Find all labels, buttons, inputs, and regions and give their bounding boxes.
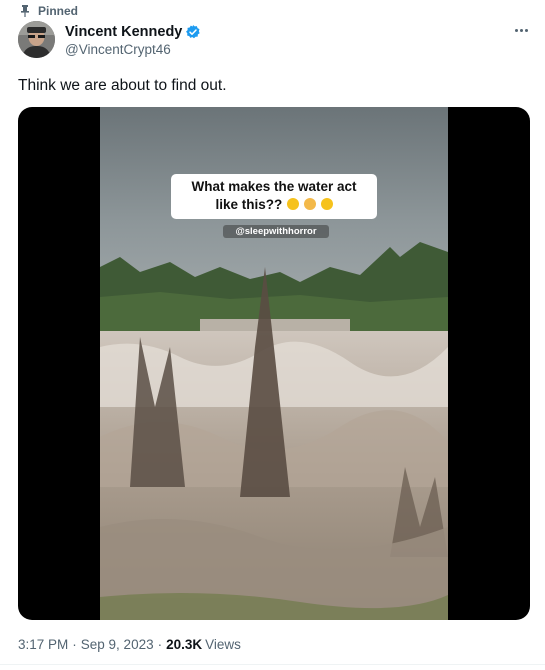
separator: ·: [157, 637, 163, 652]
screaming-emoji-icon: [303, 198, 316, 210]
divider: [0, 664, 545, 665]
tweet-text: Think we are about to find out.: [18, 77, 227, 94]
grinning-squinting-emoji-icon: [287, 198, 299, 210]
author-display-name[interactable]: Vincent Kennedy: [65, 24, 182, 40]
more-options-icon: [514, 28, 518, 32]
video-watermark: @sleepwithhorror: [223, 225, 329, 238]
pinned-indicator: Pinned: [21, 2, 79, 20]
author-block: Vincent Kennedy @VincentCrypt46: [65, 22, 201, 57]
video-caption: What makes the water act like this??: [171, 174, 377, 219]
tweet-time[interactable]: 3:17 PM: [18, 637, 68, 652]
views-label: Views: [205, 637, 241, 652]
more-options-button[interactable]: [511, 22, 531, 38]
views-count: 20.3K: [166, 637, 203, 652]
author-handle[interactable]: @VincentCrypt46: [65, 42, 201, 57]
avatar[interactable]: [18, 21, 55, 58]
tweet-video[interactable]: What makes the water act like this?? @sl…: [18, 107, 530, 620]
tweet-date[interactable]: Sep 9, 2023: [81, 637, 154, 652]
separator: ·: [72, 637, 77, 652]
verified-badge-icon: [186, 24, 201, 38]
tweet-metadata: 3:17 PM · Sep 9, 2023 · 20.3K Views: [18, 637, 241, 652]
grinning-emoji-icon: [320, 198, 333, 210]
pin-icon: [21, 5, 29, 17]
pinned-label: Pinned: [38, 4, 79, 18]
